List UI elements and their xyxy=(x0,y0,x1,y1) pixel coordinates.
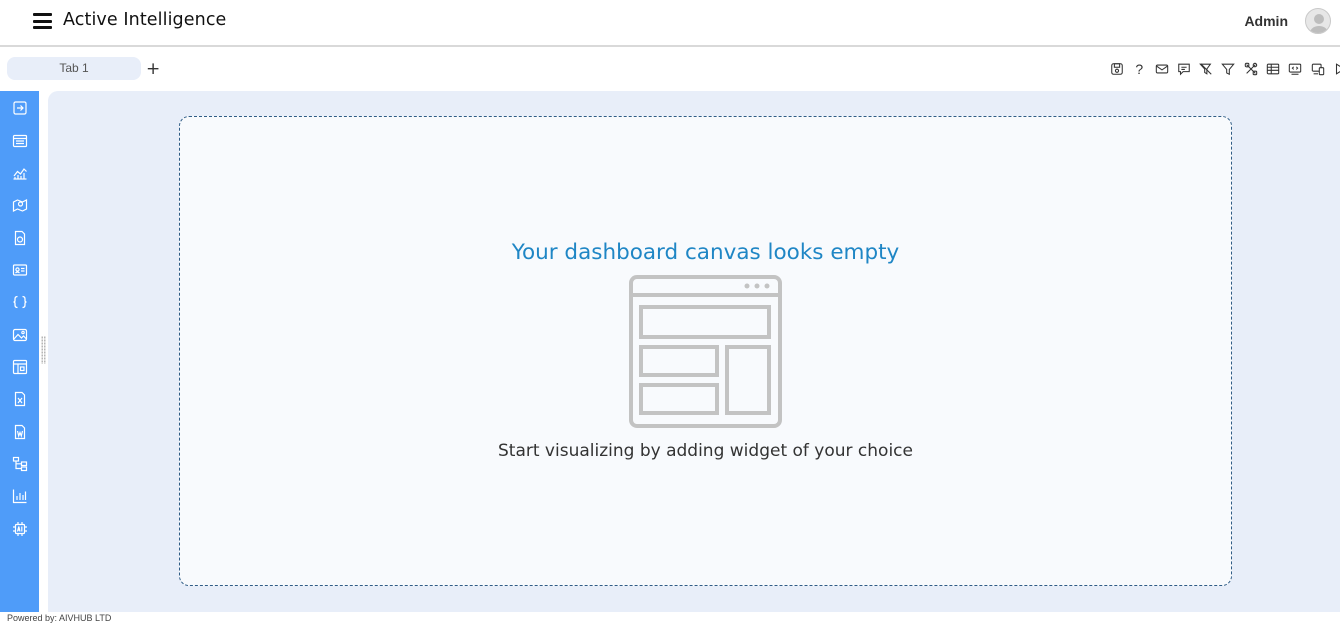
user-avatar-icon[interactable] xyxy=(1305,8,1331,34)
login-icon[interactable] xyxy=(12,100,28,116)
add-tab-button[interactable]: + xyxy=(146,58,160,80)
app-title: Active Intelligence xyxy=(63,10,227,30)
help-label: ? xyxy=(1135,61,1144,77)
document-icon[interactable] xyxy=(12,230,28,246)
filter-icon[interactable] xyxy=(1220,61,1236,77)
dashboard-canvas: Your dashboard canvas looks empty Start … xyxy=(48,91,1340,612)
help-icon[interactable]: ? xyxy=(1131,61,1147,77)
tab-1[interactable]: Tab 1 xyxy=(7,57,141,80)
ai-chip-icon[interactable] xyxy=(12,521,28,537)
empty-canvas-subtitle: Start visualizing by adding widget of yo… xyxy=(498,441,913,461)
save-icon[interactable] xyxy=(1109,61,1125,77)
widget-drop-zone[interactable]: Your dashboard canvas looks empty Start … xyxy=(179,116,1232,586)
map-icon[interactable] xyxy=(12,197,28,213)
word-file-icon[interactable] xyxy=(12,424,28,440)
clear-filter-icon[interactable] xyxy=(1198,61,1214,77)
hamburger-menu-icon[interactable] xyxy=(32,11,54,31)
play-icon[interactable] xyxy=(1332,61,1340,77)
image-icon[interactable] xyxy=(12,327,28,343)
id-card-icon[interactable] xyxy=(12,262,28,278)
widget-sidebar xyxy=(0,91,39,612)
empty-canvas-title: Your dashboard canvas looks empty xyxy=(511,240,900,265)
powered-by-text: Powered by: AIVHUB LTD xyxy=(7,613,112,623)
footer: Powered by: AIVHUB LTD xyxy=(0,612,1340,625)
bar-chart-icon[interactable] xyxy=(12,488,28,504)
app-header: Active Intelligence Admin xyxy=(0,0,1340,47)
devices-icon[interactable] xyxy=(1310,61,1326,77)
mail-icon[interactable] xyxy=(1154,61,1170,77)
table-icon[interactable] xyxy=(1265,61,1281,77)
tab-bar: Tab 1 + ? xyxy=(0,49,1340,89)
dashboard-toolbar: ? xyxy=(1109,61,1340,79)
tools-icon[interactable] xyxy=(1243,61,1259,77)
sidebar-resize-handle[interactable] xyxy=(41,336,46,364)
area-chart-icon[interactable] xyxy=(12,165,28,181)
code-braces-icon[interactable] xyxy=(12,294,28,310)
list-widget-icon[interactable] xyxy=(12,133,28,149)
embed-icon[interactable] xyxy=(1287,61,1303,77)
layout-icon[interactable] xyxy=(12,359,28,375)
excel-file-icon[interactable] xyxy=(12,391,28,407)
hierarchy-icon[interactable] xyxy=(12,456,28,472)
comment-icon[interactable] xyxy=(1176,61,1192,77)
empty-dashboard-icon xyxy=(629,275,782,428)
user-name[interactable]: Admin xyxy=(1244,13,1288,29)
